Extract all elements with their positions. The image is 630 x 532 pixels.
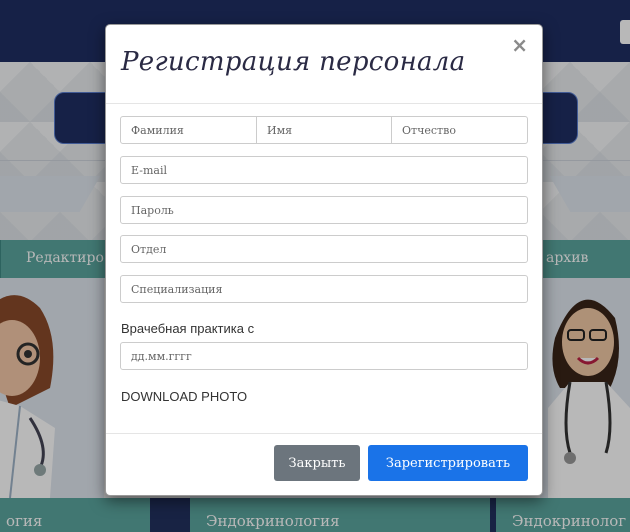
patronymic-input[interactable] (391, 116, 528, 144)
register-button[interactable]: Зарегистрировать (368, 445, 528, 481)
password-input[interactable] (120, 196, 528, 224)
last-name-input[interactable] (120, 116, 257, 144)
email-input[interactable] (120, 156, 528, 184)
full-name-group (120, 116, 528, 144)
close-button[interactable]: Закрыть (274, 445, 360, 481)
specialization-input[interactable] (120, 275, 528, 303)
modal-title: Регистрация персонала (121, 47, 466, 77)
practice-start-date-input[interactable] (120, 342, 528, 370)
close-icon[interactable]: × (511, 35, 528, 55)
staff-registration-modal: Регистрация персонала × Врачебная практи… (105, 24, 543, 496)
practice-start-label: Врачебная практика с (121, 321, 255, 336)
first-name-input[interactable] (256, 116, 392, 144)
modal-header: Регистрация персонала × (106, 25, 542, 104)
department-input[interactable] (120, 235, 528, 263)
modal-footer-divider (106, 433, 542, 434)
download-photo-link[interactable]: DOWNLOAD PHOTO (121, 389, 247, 404)
